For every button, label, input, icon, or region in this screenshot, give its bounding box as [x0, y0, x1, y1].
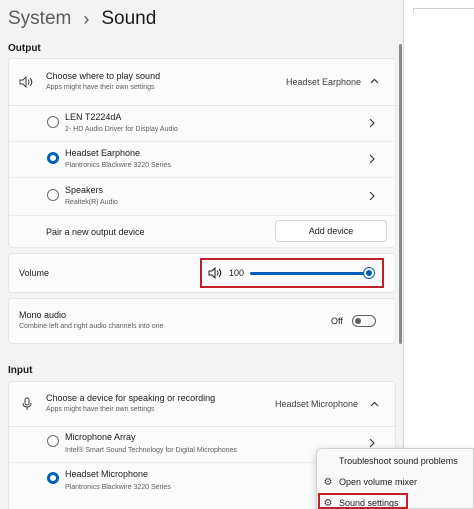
menu-item-label: Open volume mixer — [339, 477, 418, 487]
gear-icon: ⚙ — [323, 476, 333, 488]
speaker-icon — [19, 76, 33, 88]
input-choose-subtitle: Apps might have their own settings — [46, 406, 155, 413]
chevron-up-icon[interactable] — [370, 78, 379, 84]
toggle-knob — [355, 318, 361, 324]
input-device-radio[interactable] — [47, 435, 59, 447]
mono-audio-subtitle: Combine left and right audio channels in… — [19, 323, 164, 330]
menu-item-label: Troubleshoot sound problems — [339, 456, 458, 466]
output-device-name: Speakers — [65, 185, 104, 195]
pair-output-row: Pair a new output device Add device — [8, 216, 396, 248]
input-section-label: Input — [8, 365, 33, 376]
volume-slider-track[interactable] — [250, 272, 369, 275]
output-device-radio-selected[interactable] — [47, 152, 59, 164]
output-device-radio[interactable] — [47, 189, 59, 201]
input-device-name: Headset Microphone — [65, 469, 149, 479]
breadcrumb-system[interactable]: System — [8, 8, 71, 30]
input-device-radio-selected[interactable] — [47, 472, 59, 484]
mono-audio-state: Off — [331, 316, 343, 326]
output-device-name: Headset Earphone — [65, 148, 141, 158]
chevron-up-icon[interactable] — [370, 401, 379, 407]
speaker-volume-icon[interactable] — [208, 267, 222, 279]
menu-item-troubleshoot[interactable]: Troubleshoot sound problems — [317, 451, 473, 471]
chevron-right-icon[interactable] — [369, 154, 375, 164]
output-section-label: Output — [8, 43, 41, 54]
add-device-button[interactable]: Add device — [275, 220, 387, 242]
output-device-row[interactable]: LEN T2224dA 2- HD Audio Driver for Displ… — [8, 106, 396, 142]
input-current-device: Headset Microphone — [275, 399, 359, 409]
input-device-desc: Plantronics Blackwire 3220 Series — [65, 484, 171, 491]
input-choose-title: Choose a device for speaking or recordin… — [46, 393, 216, 403]
volume-value: 100 — [229, 268, 245, 278]
output-choose-subtitle: Apps might have their own settings — [46, 84, 155, 91]
desktop-area — [405, 0, 474, 509]
input-device-selector[interactable]: Choose a device for speaking or recordin… — [8, 381, 396, 427]
volume-label: Volume — [19, 268, 50, 278]
breadcrumb-separator: › — [83, 8, 90, 29]
sound-settings-highlight — [318, 493, 408, 509]
mono-audio-toggle[interactable] — [352, 315, 376, 327]
settings-window: System › Sound Output Choose where to pl… — [0, 0, 404, 509]
microphone-icon — [22, 397, 32, 411]
output-device-name: LEN T2224dA — [65, 112, 122, 122]
chevron-right-icon[interactable] — [369, 191, 375, 201]
output-device-selector[interactable]: Choose where to play sound Apps might ha… — [8, 58, 396, 106]
breadcrumb: System › Sound — [8, 5, 156, 33]
output-choose-title: Choose where to play sound — [46, 71, 161, 81]
input-device-desc: Intel® Smart Sound Technology for Digita… — [65, 447, 237, 454]
output-device-desc: Plantronics Blackwire 3220 Series — [65, 162, 171, 169]
output-device-desc: Realtek(R) Audio — [65, 199, 118, 206]
output-device-radio[interactable] — [47, 116, 59, 128]
output-device-row[interactable]: Speakers Realtek(R) Audio — [8, 178, 396, 216]
window-edge — [413, 8, 474, 13]
volume-slider-thumb[interactable] — [364, 268, 374, 278]
output-device-row[interactable]: Headset Earphone Plantronics Blackwire 3… — [8, 142, 396, 178]
volume-control: 100 — [200, 258, 384, 288]
page-title: Sound — [101, 8, 157, 29]
input-device-name: Microphone Array — [65, 432, 136, 442]
mono-audio-card: Mono audio Combine left and right audio … — [8, 298, 396, 344]
scrollbar[interactable] — [399, 44, 402, 344]
menu-item-volume-mixer[interactable]: ⚙ Open volume mixer — [317, 472, 473, 492]
pair-output-label: Pair a new output device — [46, 227, 145, 237]
chevron-right-icon[interactable] — [369, 438, 375, 448]
output-device-desc: 2- HD Audio Driver for Display Audio — [65, 126, 178, 133]
chevron-right-icon[interactable] — [369, 118, 375, 128]
output-current-device: Headset Earphone — [286, 77, 362, 87]
mono-audio-title: Mono audio — [19, 310, 67, 320]
